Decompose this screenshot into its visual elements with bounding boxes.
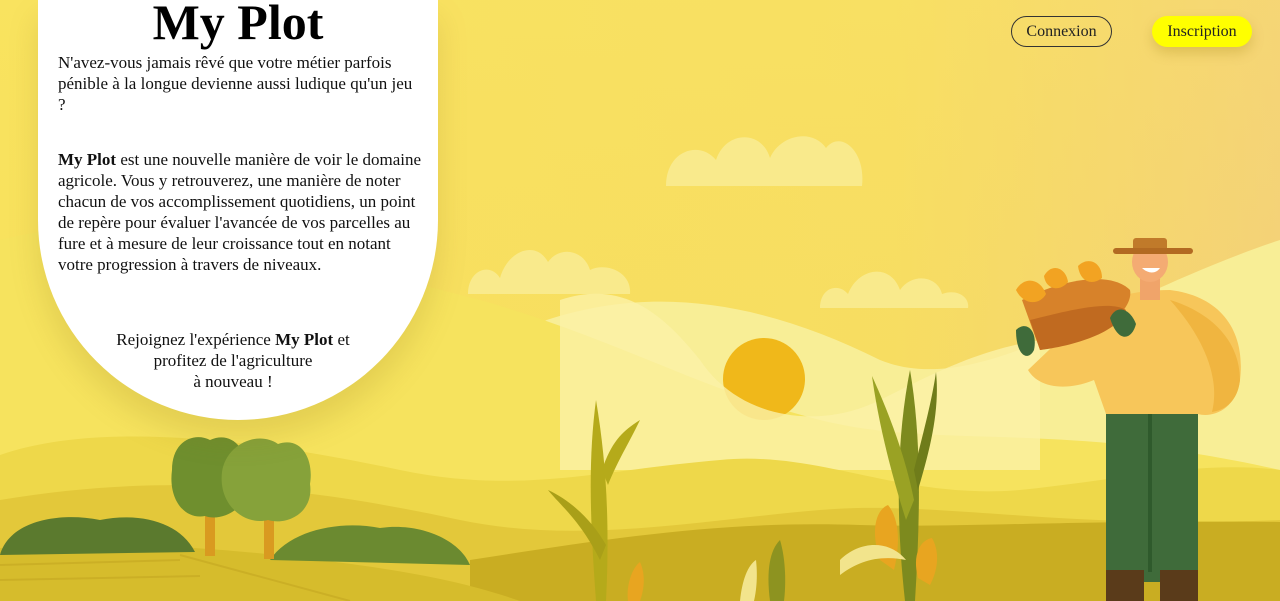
join-line1-end: et <box>333 330 350 349</box>
signup-button[interactable]: Inscription <box>1152 16 1252 47</box>
join-line3: à nouveau ! <box>193 372 273 391</box>
brand-name: My Plot <box>58 150 117 169</box>
page-title: My Plot <box>152 0 324 50</box>
join-line2: profitez de l'agriculture <box>153 351 313 370</box>
join-brand: My Plot <box>275 330 334 349</box>
intro-text: N'avez-vous jamais rêvé que votre métier… <box>58 53 413 114</box>
login-button[interactable]: Connexion <box>1011 16 1112 47</box>
intro-card: My Plot N'avez-vous jamais rêvé que votr… <box>38 0 438 420</box>
join-start: Rejoignez l'expérience <box>116 330 276 349</box>
description-text: My Plot est une nouvelle manière de voir… <box>58 149 423 275</box>
join-text: Rejoignez l'expérience My Plot et profite… <box>98 329 368 392</box>
